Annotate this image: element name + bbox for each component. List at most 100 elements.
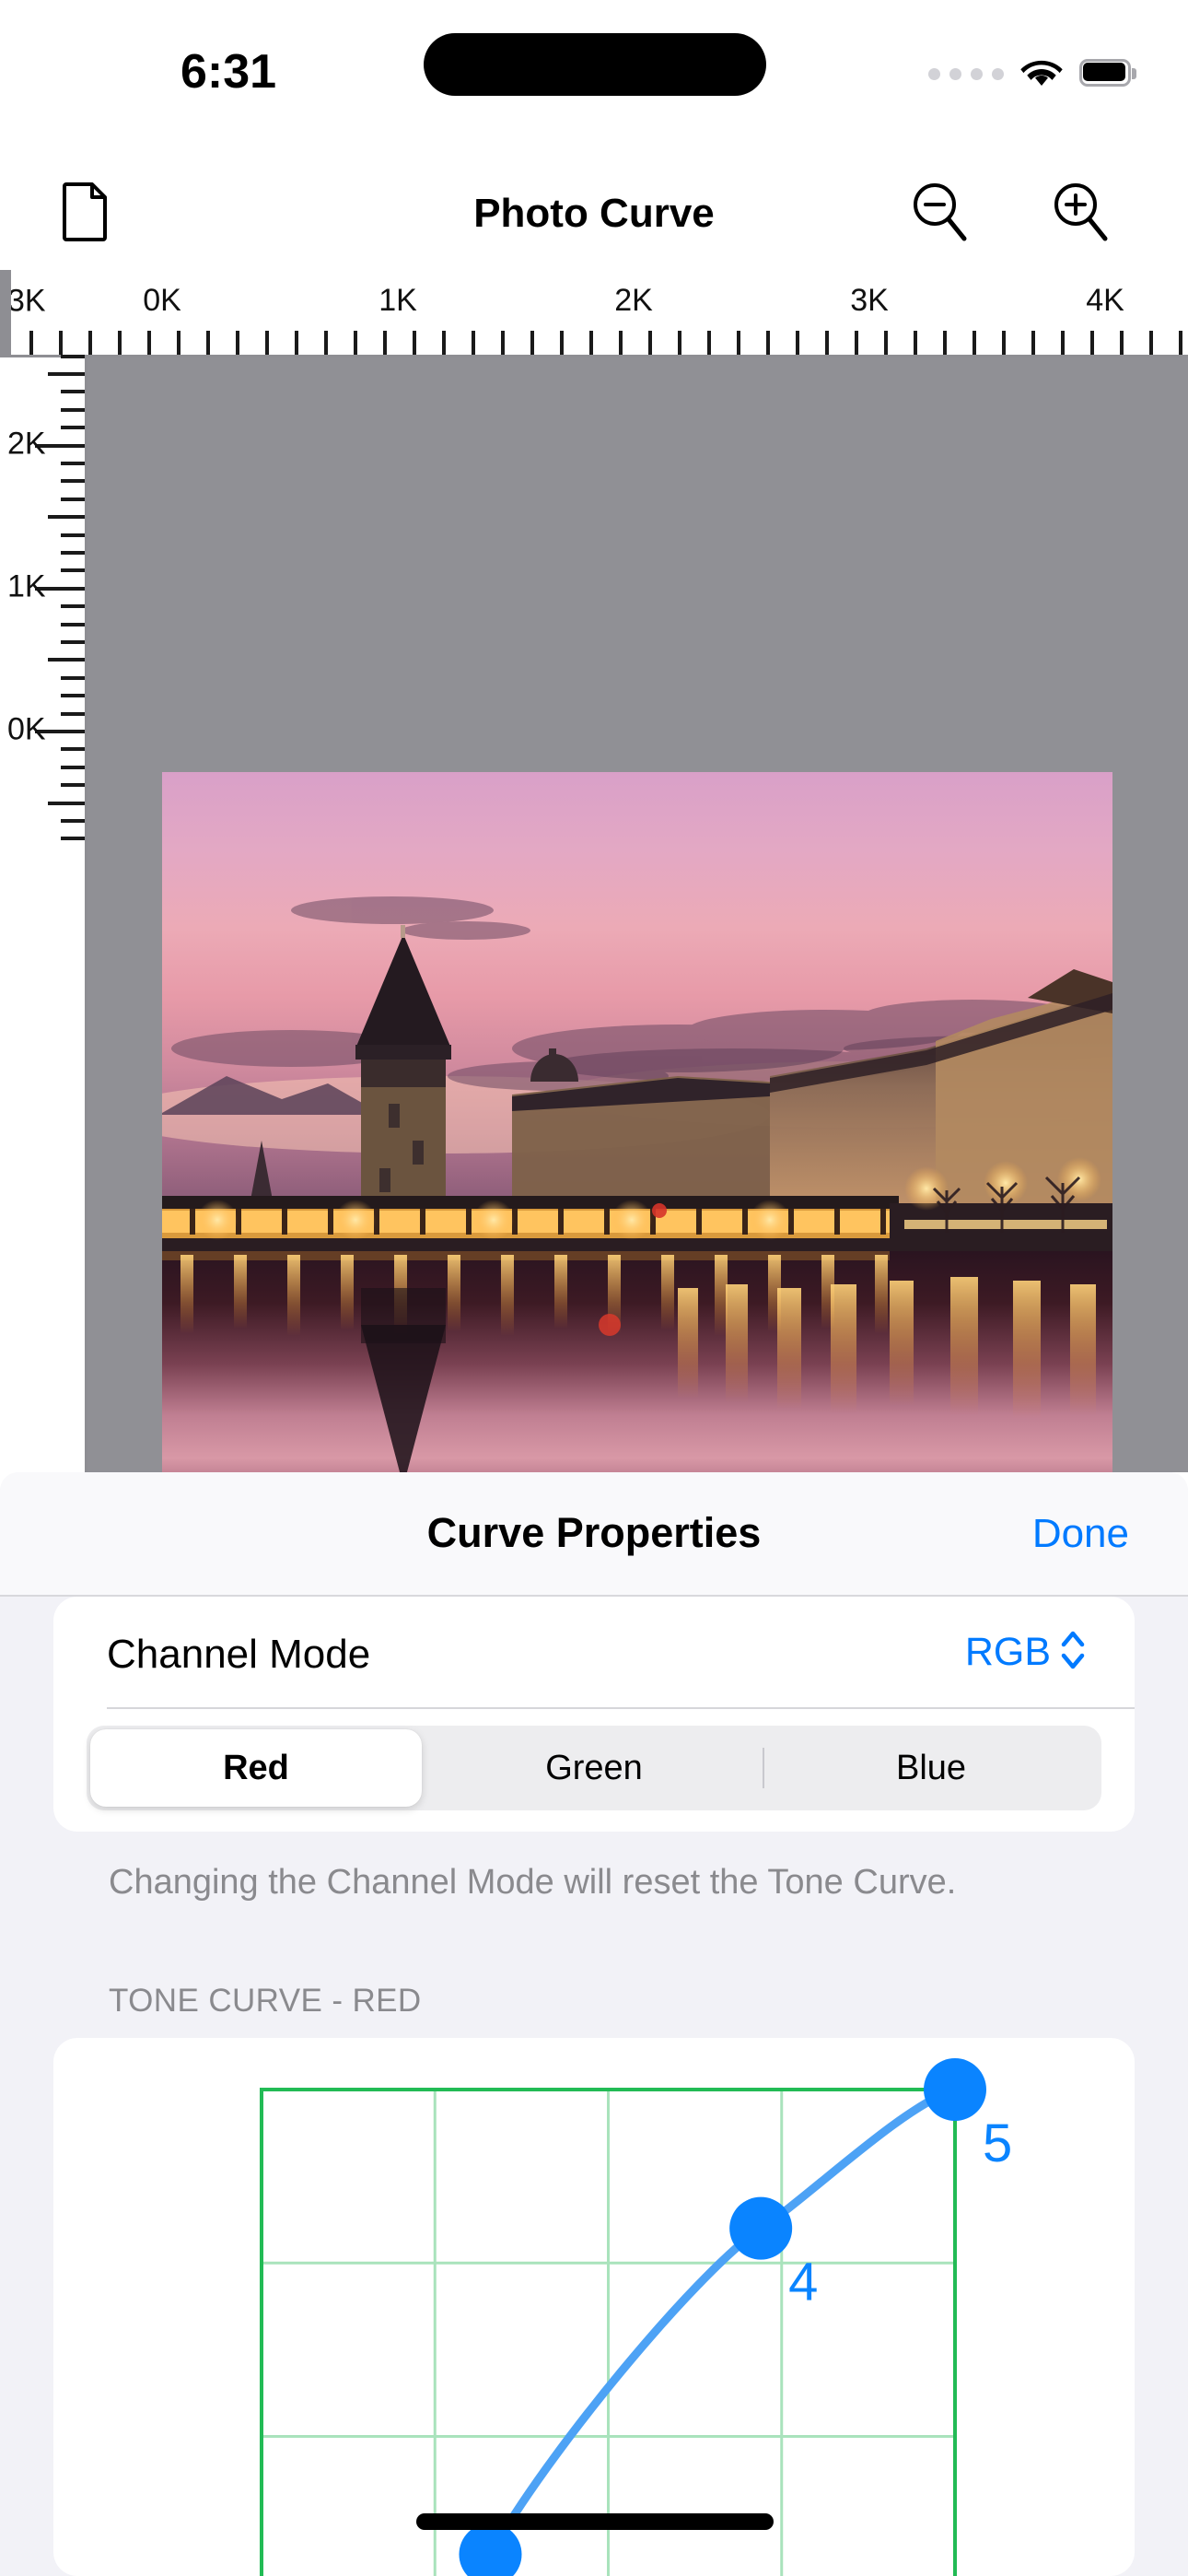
dynamic-island xyxy=(424,33,766,96)
ruler-tick xyxy=(61,497,85,501)
ruler-tick xyxy=(48,515,85,520)
ruler-tick xyxy=(61,747,85,752)
ruler-tick xyxy=(61,622,85,626)
ruler-tick xyxy=(61,479,85,484)
curve-point-label: 5 xyxy=(983,2113,1012,2173)
ruler-label: 4K xyxy=(1086,283,1124,318)
ruler-tick xyxy=(61,837,85,841)
ruler-label: 1K xyxy=(379,283,417,318)
canvas-region[interactable]: 0K 1K 2K 3K 4K 4K 3K 2K 1K 0K xyxy=(0,270,1188,1472)
home-indicator xyxy=(416,2513,774,2530)
ruler-tick xyxy=(1179,331,1182,355)
ruler-tick xyxy=(48,372,85,376)
ruler-label: 1K xyxy=(7,568,46,604)
ruler-tick xyxy=(61,533,85,537)
ruler-tick xyxy=(61,390,85,394)
status-bar-indicators xyxy=(928,53,1136,94)
ruler-tick xyxy=(61,711,85,716)
wifi-icon xyxy=(1020,58,1063,89)
channel-mode-label: Channel Mode xyxy=(107,1632,371,1677)
channel-segmented-control[interactable]: Red Green Blue xyxy=(87,1726,1101,1810)
ruler-tick xyxy=(1061,331,1065,355)
tone-curve-section-header: TONE CURVE - RED xyxy=(109,1983,422,2019)
ruler-tick xyxy=(914,331,917,355)
ruler-tick xyxy=(61,783,85,788)
ruler-tick xyxy=(147,331,151,355)
ruler-tick xyxy=(61,640,85,644)
sheet-title: Curve Properties xyxy=(426,1509,762,1556)
channel-mode-helper-text: Changing the Channel Mode will reset the… xyxy=(109,1863,957,1902)
ruler-tick xyxy=(88,331,92,355)
ruler-label: 2K xyxy=(7,426,46,462)
battery-icon xyxy=(1079,59,1136,88)
tone-curve-line xyxy=(475,2085,960,2576)
ruler-tick xyxy=(855,331,858,355)
done-button[interactable]: Done xyxy=(1032,1511,1129,1557)
ruler-tick xyxy=(61,426,85,430)
sheet-header: Curve Properties Done xyxy=(0,1472,1188,1597)
channel-mode-card: Channel Mode RGB Red Green Blue xyxy=(53,1597,1135,1832)
ruler-tick xyxy=(943,331,947,355)
ruler-tick xyxy=(619,331,623,355)
ruler-tick xyxy=(678,331,681,355)
ruler-tick xyxy=(61,462,85,465)
segment-blue[interactable]: Blue xyxy=(764,1726,1098,1810)
page-title: Photo Curve xyxy=(473,191,715,236)
ruler-tick xyxy=(295,331,298,355)
ruler-tick xyxy=(383,331,387,355)
channel-mode-stepper[interactable]: RGB xyxy=(965,1630,1085,1675)
ruler-tick xyxy=(648,331,652,355)
curve-control-point[interactable] xyxy=(459,2523,522,2576)
channel-mode-row[interactable]: Channel Mode RGB xyxy=(53,1597,1135,1707)
ruler-tick xyxy=(118,331,122,355)
ruler-tick xyxy=(501,331,505,355)
status-bar-time: 6:31 xyxy=(180,45,277,99)
ruler-tick xyxy=(1002,331,1006,355)
ruler-tick xyxy=(61,675,85,680)
navigation-bar: Photo Curve xyxy=(0,147,1188,270)
ruler-tick xyxy=(1031,331,1035,355)
ruler-tick xyxy=(177,331,181,355)
ruler-tick xyxy=(61,604,85,609)
ruler-label: 2K xyxy=(614,283,653,318)
ruler-tick xyxy=(973,331,976,355)
ruler-tick xyxy=(442,331,446,355)
ruler-tick xyxy=(265,331,269,355)
ruler-label: 3K xyxy=(850,283,889,318)
chevron-up-down-icon xyxy=(1061,1630,1085,1675)
ruler-tick xyxy=(29,331,33,355)
ruler-tick xyxy=(354,331,357,355)
ruler-tick xyxy=(413,331,416,355)
photo-image[interactable] xyxy=(162,772,1112,1472)
curve-control-point[interactable] xyxy=(924,2058,986,2121)
tone-curve-card[interactable]: 345 xyxy=(53,2038,1135,2576)
ruler-tick xyxy=(560,331,564,355)
ruler-vertical: 4K3K2K1K0K xyxy=(0,284,87,1472)
ruler-tick xyxy=(61,819,85,823)
ruler-tick xyxy=(206,331,210,355)
ruler-tick xyxy=(236,331,239,355)
ruler-tick xyxy=(61,354,85,358)
magnifier-minus-icon[interactable] xyxy=(907,179,972,243)
ruler-tick xyxy=(884,331,888,355)
ruler-label: 0K xyxy=(7,711,46,747)
ruler-tick xyxy=(472,331,475,355)
ruler-tick xyxy=(1120,331,1124,355)
magnifier-plus-icon[interactable] xyxy=(1048,179,1112,243)
divider xyxy=(107,1707,1135,1709)
curve-control-point[interactable] xyxy=(729,2196,793,2260)
ruler-tick xyxy=(737,331,740,355)
ruler-tick xyxy=(1090,331,1094,355)
ruler-tick xyxy=(59,331,63,355)
segment-red[interactable]: Red xyxy=(90,1729,422,1807)
ruler-tick xyxy=(1149,331,1153,355)
ruler-horizontal: 0K 1K 2K 3K 4K xyxy=(0,270,1188,357)
ruler-tick xyxy=(48,801,85,805)
segment-green[interactable]: Green xyxy=(425,1726,763,1810)
ruler-tick xyxy=(530,331,534,355)
ruler-tick xyxy=(324,331,328,355)
ruler-label: 0K xyxy=(143,283,181,318)
ruler-tick xyxy=(589,331,593,355)
cellular-dots-icon xyxy=(928,67,1004,80)
tone-curve-graph[interactable]: 345 xyxy=(53,2038,1135,2576)
